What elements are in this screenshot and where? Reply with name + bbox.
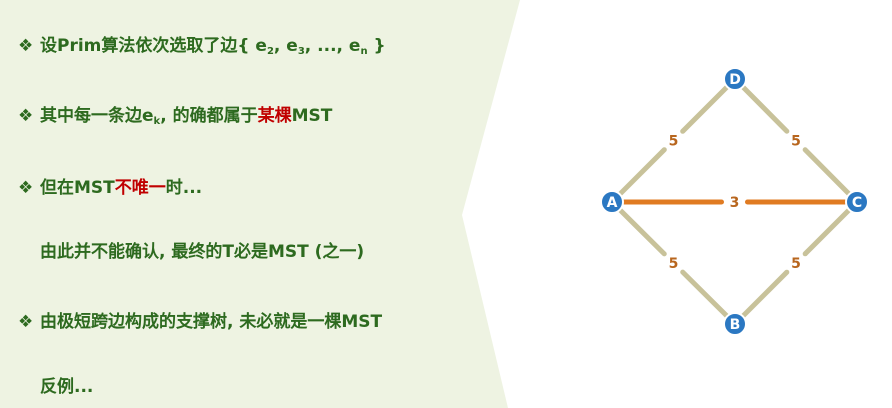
node-label-B: B [730, 317, 741, 333]
counterexample-graph: 5 5 3 5 5 D A C B [600, 67, 869, 336]
node-label-C: C [852, 195, 862, 211]
edge-weight-AB: 5 [669, 256, 679, 272]
node-label-A: A [607, 195, 618, 211]
edge-weight-AD: 5 [669, 134, 679, 150]
node-label-D: D [729, 72, 741, 88]
edge-weight-BC: 5 [791, 256, 801, 272]
edge-weight-DC: 5 [791, 134, 801, 150]
edge-weight-AC: 3 [730, 195, 740, 211]
